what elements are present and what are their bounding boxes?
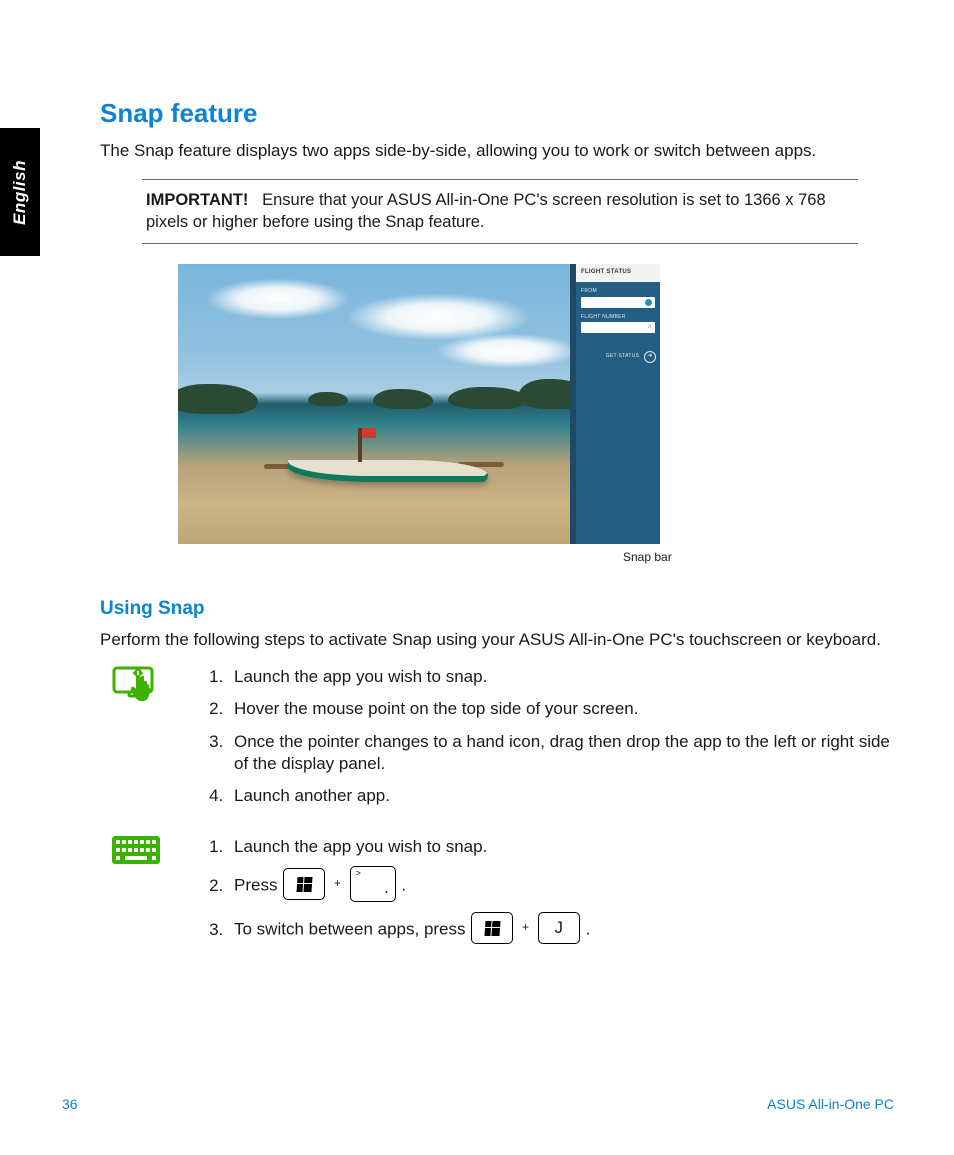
swap-icon bbox=[645, 299, 652, 306]
windows-key-icon bbox=[471, 912, 513, 944]
touch-icon bbox=[100, 666, 198, 708]
list-item: Hover the mouse point on the top side of… bbox=[228, 698, 890, 720]
from-input bbox=[581, 297, 655, 308]
field-label-flight: FLIGHT NUMBER bbox=[581, 314, 655, 321]
plus-icon: + bbox=[522, 920, 529, 936]
subsection-heading: Using Snap bbox=[100, 596, 900, 621]
page-footer: 36 ASUS All-in-One PC bbox=[62, 1095, 894, 1113]
island-shape bbox=[308, 392, 348, 406]
page-number: 36 bbox=[62, 1095, 78, 1113]
note-label: IMPORTANT! bbox=[146, 191, 248, 209]
note-body: Ensure that your ASUS All-in-One PC's sc… bbox=[146, 191, 826, 231]
flight-status-app-panel: FLIGHT STATUS FROM FLIGHT NUMBER × GET S… bbox=[576, 264, 660, 544]
cloud-shape bbox=[208, 279, 348, 319]
language-label: English bbox=[9, 160, 31, 225]
windows-key-icon bbox=[283, 868, 325, 900]
page-content: Snap feature The Snap feature displays t… bbox=[100, 96, 900, 974]
subsection-lead: Perform the following steps to activate … bbox=[100, 629, 900, 651]
section-intro: The Snap feature displays two apps side-… bbox=[100, 140, 900, 162]
snap-screenshot: FLIGHT STATUS FROM FLIGHT NUMBER × GET S… bbox=[178, 264, 660, 544]
get-status-button: GET STATUS ➜ bbox=[576, 351, 656, 363]
cloud-shape bbox=[438, 334, 578, 368]
arrow-right-icon: ➜ bbox=[644, 351, 656, 363]
boat-shape bbox=[288, 434, 488, 504]
product-name: ASUS All-in-One PC bbox=[767, 1095, 894, 1113]
keyboard-steps-block: Launch the app you wish to snap. Press +… bbox=[100, 836, 900, 956]
flight-app-header: FLIGHT STATUS bbox=[576, 264, 660, 282]
field-label-from: FROM bbox=[581, 288, 655, 295]
list-item: To switch between apps, press + J . bbox=[228, 914, 590, 946]
period-key-icon: > . bbox=[350, 866, 396, 902]
island-shape bbox=[373, 389, 433, 409]
list-item: Press + > . . bbox=[228, 868, 590, 904]
j-key-icon: J bbox=[538, 912, 580, 944]
island-shape bbox=[178, 384, 258, 414]
greater-than-label: > bbox=[356, 868, 361, 880]
touch-steps-block: Launch the app you wish to snap. Hover t… bbox=[100, 666, 900, 818]
keyboard-steps-list: Launch the app you wish to snap. Press +… bbox=[198, 836, 600, 956]
manual-page: English Snap feature The Snap feature di… bbox=[0, 0, 954, 1155]
flight-input: × bbox=[581, 322, 655, 333]
language-tab: English bbox=[0, 128, 40, 256]
keyboard-icon bbox=[100, 836, 198, 864]
snap-figure: FLIGHT STATUS FROM FLIGHT NUMBER × GET S… bbox=[178, 264, 900, 566]
figure-caption: Snap bar bbox=[623, 550, 900, 566]
list-item: Launch the app you wish to snap. bbox=[228, 836, 590, 858]
list-item: Launch the app you wish to snap. bbox=[228, 666, 890, 688]
photo-app-panel bbox=[178, 264, 570, 544]
section-heading: Snap feature bbox=[100, 96, 900, 130]
plus-icon: + bbox=[334, 876, 341, 892]
touch-steps-list: Launch the app you wish to snap. Hover t… bbox=[198, 666, 900, 818]
list-item: Launch another app. bbox=[228, 785, 890, 807]
important-note: IMPORTANT! Ensure that your ASUS All-in-… bbox=[142, 179, 858, 245]
clear-icon: × bbox=[647, 322, 652, 333]
island-shape bbox=[448, 387, 528, 409]
list-item: Once the pointer changes to a hand icon,… bbox=[228, 731, 890, 776]
